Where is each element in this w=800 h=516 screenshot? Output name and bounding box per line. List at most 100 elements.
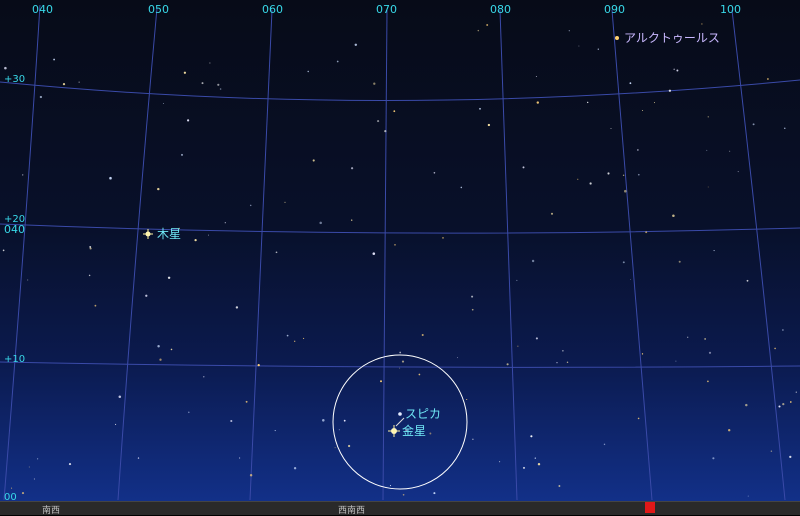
star <box>597 48 599 50</box>
star <box>487 123 491 127</box>
star <box>274 430 276 432</box>
star <box>89 245 92 248</box>
star <box>372 252 376 255</box>
star <box>208 234 209 236</box>
star <box>377 120 380 123</box>
star <box>373 82 376 85</box>
star <box>303 337 305 339</box>
star <box>673 68 676 71</box>
star <box>782 403 785 406</box>
star <box>645 231 648 234</box>
star <box>637 149 639 151</box>
star <box>531 259 535 263</box>
star <box>471 308 474 311</box>
venus-label[interactable]: 金星 <box>402 425 426 437</box>
star <box>707 186 709 188</box>
star <box>460 186 463 189</box>
star <box>701 23 703 25</box>
star <box>562 350 564 352</box>
star <box>319 221 322 225</box>
star <box>37 458 39 460</box>
star <box>752 123 755 126</box>
arcturus-marker <box>615 36 619 40</box>
meridian-060 <box>249 9 273 501</box>
star <box>350 167 354 170</box>
star <box>239 457 241 459</box>
star <box>747 495 749 497</box>
arcturus-label[interactable]: アルクトゥールス <box>624 32 720 44</box>
star <box>707 116 709 118</box>
star <box>607 172 610 175</box>
star <box>157 187 160 191</box>
direction-southwest: 南西 <box>42 506 61 516</box>
star <box>78 81 80 83</box>
star <box>421 333 424 337</box>
jupiter-marker <box>143 229 153 239</box>
star <box>235 306 239 309</box>
star <box>706 149 708 151</box>
star <box>394 244 396 246</box>
star <box>522 166 525 169</box>
star <box>729 150 731 152</box>
star <box>530 435 533 438</box>
star <box>778 405 781 408</box>
star <box>201 82 204 85</box>
star <box>284 201 286 204</box>
star <box>728 429 731 432</box>
star <box>499 461 501 463</box>
star <box>224 222 226 224</box>
star <box>629 82 632 85</box>
star <box>558 485 561 487</box>
star <box>687 336 689 338</box>
star <box>637 173 640 176</box>
star <box>506 363 509 366</box>
star <box>795 391 797 393</box>
star <box>622 261 625 264</box>
star <box>678 260 681 263</box>
star <box>167 276 171 280</box>
star <box>338 429 340 431</box>
star <box>789 455 792 459</box>
star <box>170 348 173 351</box>
star <box>322 419 325 422</box>
star <box>534 457 536 459</box>
star <box>784 127 786 129</box>
star <box>675 360 677 362</box>
star <box>707 380 709 383</box>
star <box>115 423 117 425</box>
star <box>22 174 24 176</box>
star <box>33 478 35 480</box>
star <box>712 457 715 460</box>
meridian-050 <box>117 7 158 501</box>
star <box>11 487 13 489</box>
star <box>2 249 5 252</box>
star <box>550 212 554 215</box>
star <box>745 403 748 407</box>
star <box>53 58 56 61</box>
star <box>257 363 260 367</box>
spica-label[interactable]: スピカ <box>405 408 441 420</box>
star <box>624 189 627 193</box>
star <box>537 462 541 466</box>
star <box>486 24 489 26</box>
star <box>209 62 211 64</box>
ra-label-100: 100 <box>720 3 741 16</box>
star <box>219 88 222 90</box>
jupiter-label[interactable]: 木星 <box>157 228 181 240</box>
star <box>774 347 776 350</box>
star <box>577 178 579 180</box>
star <box>704 338 706 340</box>
star <box>39 95 43 99</box>
star <box>737 171 739 173</box>
star <box>162 103 164 104</box>
star <box>442 237 444 239</box>
position-marker[interactable] <box>645 502 655 513</box>
star <box>109 176 112 180</box>
star <box>642 110 644 112</box>
star <box>88 274 91 277</box>
star <box>347 444 351 448</box>
star <box>393 110 396 113</box>
star <box>380 380 382 383</box>
star <box>418 373 421 376</box>
star <box>183 71 187 74</box>
